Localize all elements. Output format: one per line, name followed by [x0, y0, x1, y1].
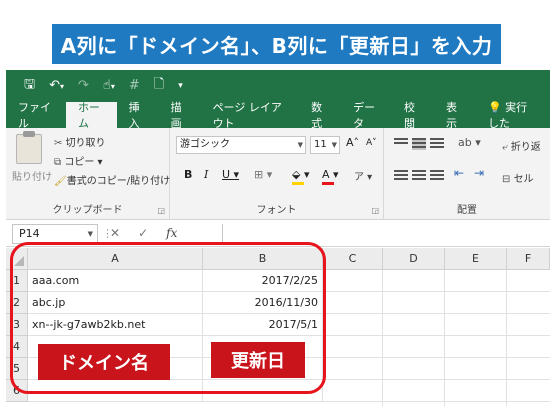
- formula-bar-buttons: ✕ ✓ fx: [110, 226, 177, 240]
- tab-insert[interactable]: 挿入: [117, 101, 159, 130]
- title-banner: A列に「ドメイン名」、B列に「更新日」を入力: [52, 24, 501, 64]
- shrink-font-button[interactable]: A˅: [366, 138, 377, 148]
- hash-icon[interactable]: #: [129, 78, 140, 93]
- clipboard-group-label: クリップボード: [52, 205, 123, 216]
- tab-review[interactable]: 校閲: [392, 101, 434, 130]
- border-button[interactable]: ⊞ ▾: [254, 168, 272, 181]
- decrease-indent-icon[interactable]: ⇤: [454, 166, 464, 180]
- touch-mode-icon[interactable]: ☝▾: [103, 78, 115, 93]
- clipboard-launcher-icon[interactable]: ◲: [157, 206, 165, 215]
- align-middle-icon[interactable]: [412, 138, 426, 150]
- undo-icon[interactable]: ↶▾: [49, 78, 64, 93]
- column-header-e[interactable]: E: [445, 248, 507, 270]
- cancel-icon[interactable]: ✕: [110, 226, 120, 240]
- domain-name-label: ドメイン名: [38, 344, 170, 380]
- orientation-button[interactable]: ab ▾: [458, 136, 481, 149]
- wrap-icon: ⤶: [502, 142, 511, 153]
- wrap-text-button[interactable]: ⤶ 折り返: [502, 138, 541, 153]
- tab-formulas[interactable]: 数式: [299, 101, 341, 130]
- redo-icon[interactable]: ↷: [78, 78, 89, 93]
- tab-page-layout[interactable]: ページ レイアウト: [201, 101, 300, 130]
- name-box[interactable]: P14 ▼: [12, 224, 98, 244]
- merge-icon: ⊟: [502, 174, 514, 185]
- tab-data[interactable]: データ: [341, 101, 392, 130]
- increase-indent-icon[interactable]: ⇥: [474, 166, 484, 180]
- tab-view[interactable]: 表示: [434, 101, 476, 130]
- font-group: 游ゴシック ▼ 11 ▼ A˄ A˅ B I U ▾ ⊞ ▾ ⬙ ▾ A ▾ ア ▾…: [170, 128, 384, 220]
- copy-button[interactable]: ⧉ コピー ▾: [54, 153, 103, 168]
- formula-input[interactable]: [222, 224, 550, 244]
- align-left-icon[interactable]: [394, 170, 408, 182]
- tab-tell-me[interactable]: 💡 実行した: [476, 101, 550, 130]
- alignment-group-label: 配置: [457, 205, 477, 216]
- clipboard-group: 貼り付け ✂ 切り取り ⧉ コピー ▾ 🖌書式のコピー/貼り付け クリップボード…: [6, 128, 170, 220]
- phonetic-button[interactable]: ア ▾: [354, 168, 372, 183]
- font-size-select[interactable]: 11 ▼: [310, 136, 340, 154]
- tab-draw[interactable]: 描画: [159, 101, 201, 130]
- brush-icon: 🖌: [54, 176, 67, 187]
- italic-button[interactable]: I: [204, 168, 208, 181]
- alignment-group: ab ▾ ⤶ 折り返 ⇤ ⇥ ⊟ セル 配置: [384, 128, 550, 220]
- scissors-icon: ✂: [54, 138, 66, 149]
- font-color-button[interactable]: A ▾: [322, 168, 339, 185]
- updated-date-label: 更新日: [211, 342, 305, 378]
- column-header-c[interactable]: C: [323, 248, 383, 270]
- column-header-f[interactable]: F: [507, 248, 550, 270]
- tab-file[interactable]: ファイル: [6, 101, 66, 130]
- fill-color-button[interactable]: ⬙ ▾: [292, 168, 309, 185]
- align-right-icon[interactable]: [430, 170, 444, 182]
- print-preview-icon[interactable]: 🗋: [154, 75, 164, 97]
- font-name-select[interactable]: 游ゴシック ▼: [176, 136, 306, 154]
- paste-icon[interactable]: [16, 131, 42, 164]
- empty-columns-area[interactable]: [323, 270, 550, 406]
- underline-button[interactable]: U ▾: [222, 168, 239, 181]
- font-group-label: フォント: [256, 205, 297, 216]
- align-center-icon[interactable]: [412, 170, 426, 182]
- bold-button[interactable]: B: [184, 168, 192, 181]
- grow-font-button[interactable]: A˄: [346, 136, 359, 149]
- save-icon[interactable]: 🖫: [24, 75, 35, 97]
- align-bottom-icon[interactable]: [430, 138, 444, 150]
- customize-qat-icon[interactable]: ▾: [178, 81, 183, 91]
- cut-button[interactable]: ✂ 切り取り: [54, 134, 106, 149]
- column-header-d[interactable]: D: [383, 248, 445, 270]
- insert-function-icon[interactable]: fx: [166, 226, 177, 240]
- quick-access-toolbar: 🖫 ↶▾ ↷ ☝▾ # 🗋 ▾: [6, 70, 550, 101]
- enter-icon[interactable]: ✓: [138, 226, 148, 240]
- merge-center-button[interactable]: ⊟ セル: [502, 170, 534, 185]
- tab-home[interactable]: ホーム: [65, 101, 117, 130]
- align-top-icon[interactable]: [394, 138, 408, 150]
- copy-icon: ⧉: [54, 157, 65, 168]
- paste-button[interactable]: 貼り付け: [12, 168, 52, 183]
- format-painter-button[interactable]: 🖌書式のコピー/貼り付け: [54, 172, 170, 187]
- ribbon-tabs: ファイル ホーム 挿入 描画 ページ レイアウト 数式 データ 校閲 表示 💡 …: [6, 101, 550, 130]
- font-launcher-icon[interactable]: ◲: [371, 206, 379, 215]
- ribbon: 貼り付け ✂ 切り取り ⧉ コピー ▾ 🖌書式のコピー/貼り付け クリップボード…: [6, 128, 550, 220]
